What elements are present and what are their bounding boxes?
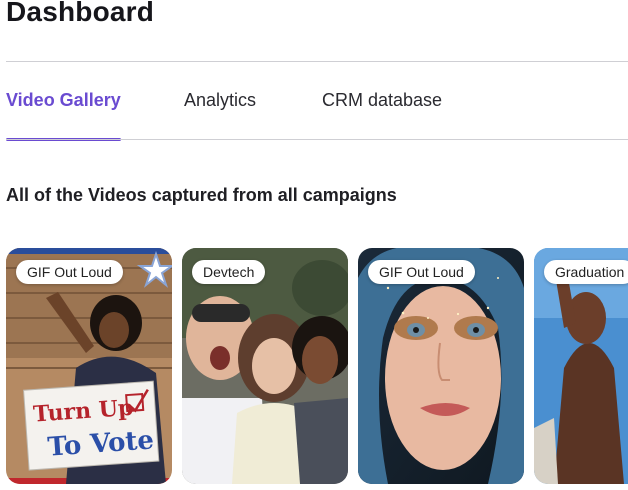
video-card-2[interactable]: Devtech xyxy=(182,248,348,484)
video-card-4[interactable]: Graduation xyxy=(534,248,628,484)
video-tag-1: GIF Out Loud xyxy=(16,260,123,284)
video-card-3[interactable]: GIF Out Loud xyxy=(358,248,524,484)
video-tag-3: GIF Out Loud xyxy=(368,260,475,284)
video-card-1[interactable]: Turn Up To Vote GIF Out Loud xyxy=(6,248,172,484)
tab-crm-database[interactable]: CRM database xyxy=(322,90,442,111)
video-tag-4: Graduation xyxy=(544,260,628,284)
tabs-divider xyxy=(6,139,628,140)
tab-analytics[interactable]: Analytics xyxy=(184,90,256,111)
header-divider xyxy=(6,61,628,62)
video-gallery: Turn Up To Vote GIF Out Loud Devtech GIF… xyxy=(6,248,628,484)
video-tag-2: Devtech xyxy=(192,260,266,284)
tab-bar: Video Gallery Analytics CRM database xyxy=(6,86,628,141)
page-title: Dashboard xyxy=(6,0,155,27)
tab-video-gallery[interactable]: Video Gallery xyxy=(6,90,121,111)
section-title: All of the Videos captured from all camp… xyxy=(6,185,397,205)
